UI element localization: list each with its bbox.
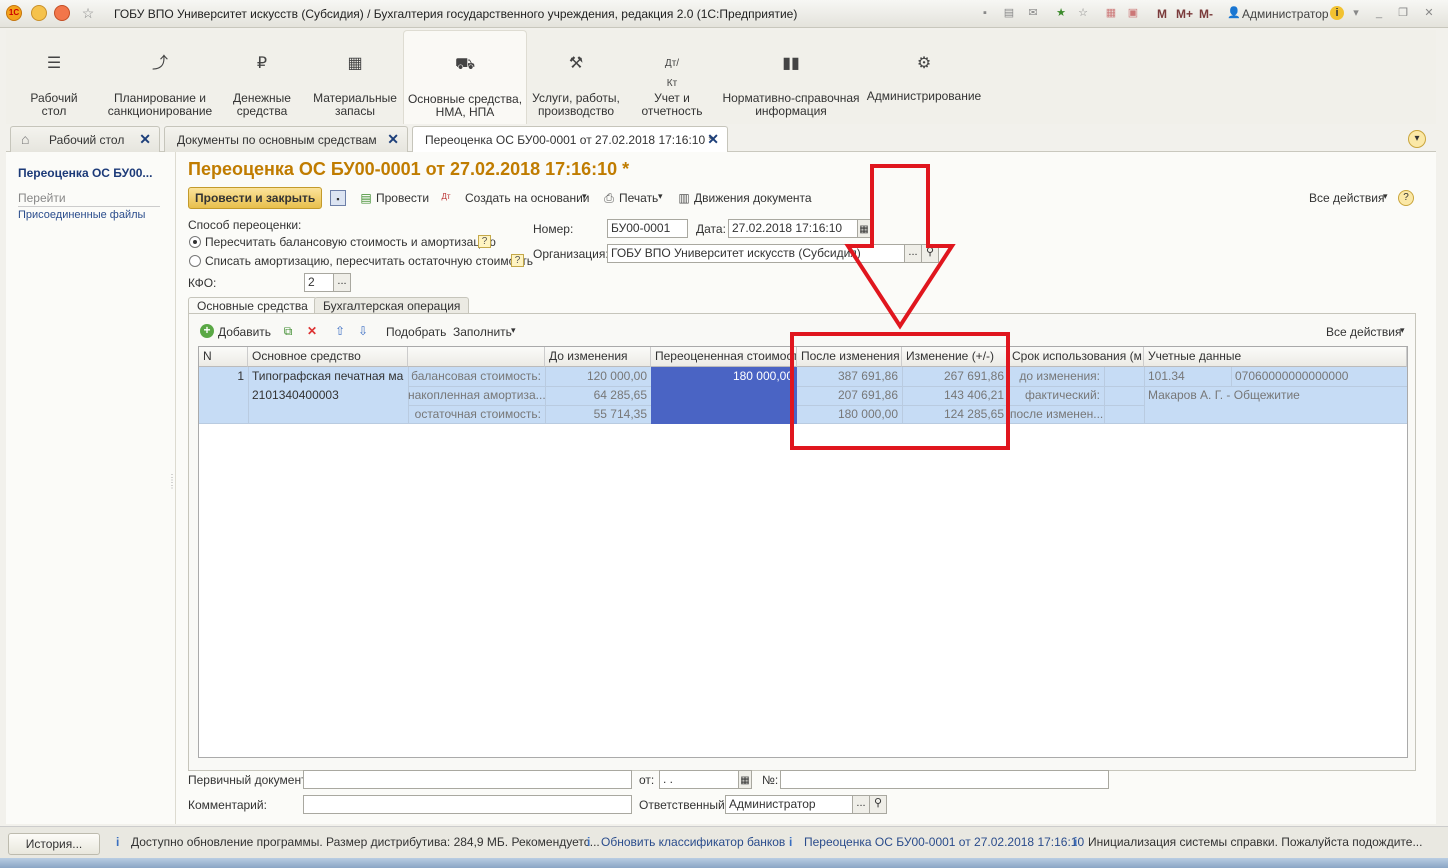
annotation-highlight-box bbox=[790, 332, 1010, 450]
annotation-overlay bbox=[790, 164, 1010, 450]
status-update-available[interactable]: Доступно обновление программы. Размер ди… bbox=[131, 835, 600, 849]
info-icon: i bbox=[1074, 835, 1078, 849]
annotation-down-arrow bbox=[844, 164, 956, 330]
status-update-banks[interactable]: Обновить классификатор банков bbox=[601, 835, 785, 849]
status-document-link[interactable]: Переоценка ОС БУ00-0001 от 27.02.2018 17… bbox=[804, 835, 1084, 849]
info-icon: i bbox=[116, 835, 120, 849]
info-icon: i bbox=[789, 835, 793, 849]
history-button[interactable]: История... bbox=[8, 833, 100, 855]
status-help-init[interactable]: Инициализация системы справки. Пожалуйст… bbox=[1088, 835, 1422, 849]
os-taskbar bbox=[0, 858, 1448, 868]
info-icon: i bbox=[587, 835, 591, 849]
status-bar: История... i Доступно обновление програм… bbox=[0, 826, 1448, 858]
